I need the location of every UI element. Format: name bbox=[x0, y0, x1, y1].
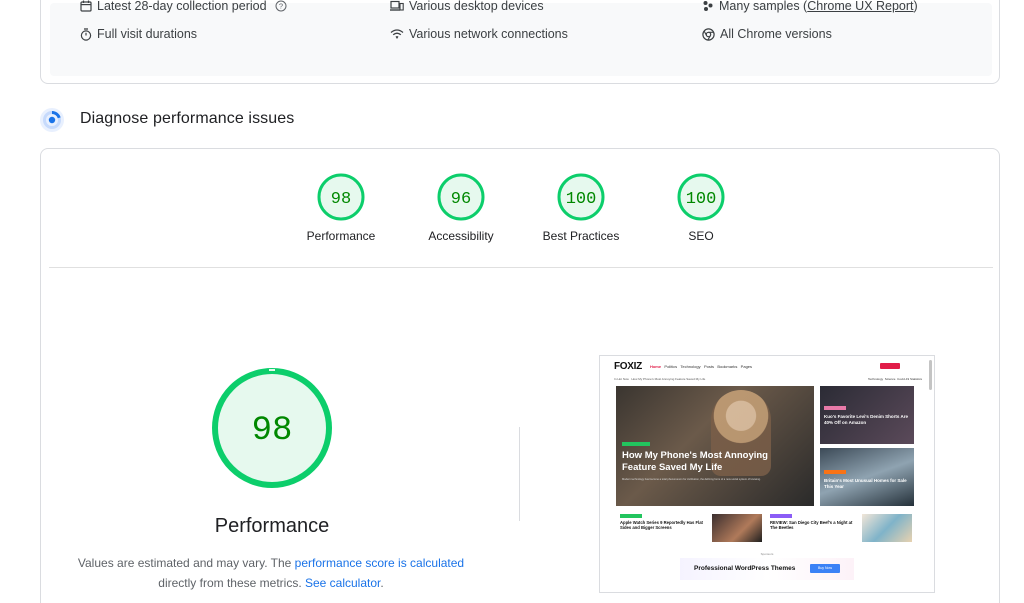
gauge-best-practices[interactable]: 100 Best Practices bbox=[521, 173, 641, 243]
wifi-icon bbox=[390, 29, 404, 39]
thumb-sponsors-label: Sponsors bbox=[760, 552, 774, 556]
diagnose-icon bbox=[40, 108, 64, 132]
samples-label: Many samples ( bbox=[719, 0, 808, 13]
collection-period-item: Latest 28-day collection period ? bbox=[80, 0, 292, 13]
performance-description: Values are estimated and may vary. The p… bbox=[71, 553, 471, 593]
thumb-tag-1: Technology bbox=[867, 377, 884, 381]
thumb-menu-technology: Technology bbox=[680, 363, 701, 369]
seo-score-ring: 100 bbox=[677, 173, 725, 221]
thumb-menu-home: Home bbox=[649, 363, 662, 369]
best-practices-label: Best Practices bbox=[542, 229, 620, 243]
thumb-hero: How My Phone's Most Annoying Feature Sav… bbox=[616, 386, 814, 506]
thumb-menu-pages: Pages bbox=[740, 363, 753, 369]
diagnose-title: Diagnose performance issues bbox=[80, 110, 295, 127]
chrome-icon bbox=[702, 27, 715, 41]
vertical-separator bbox=[519, 427, 520, 521]
performance-title: Performance bbox=[214, 515, 330, 537]
thumb-side-title-1: Kuo's Favorite Levi's Denim Shorts Are 4… bbox=[824, 414, 908, 425]
performance-big-score: 98 bbox=[252, 412, 293, 450]
best-practices-score-ring: 100 bbox=[557, 173, 605, 221]
devices-item: Various desktop devices bbox=[390, 0, 544, 13]
thumb-menu-bookmarks: Bookmarks bbox=[717, 363, 738, 369]
gauge-accessibility[interactable]: 96 Accessibility bbox=[401, 173, 521, 243]
network-label: Various network connections bbox=[409, 27, 568, 41]
thumb-side-title-2: Britain's Most Unusual Homes for Sale Th… bbox=[824, 478, 907, 489]
timer-icon bbox=[80, 27, 92, 41]
performance-score: 98 bbox=[331, 190, 351, 209]
samples-item: Many samples (Chrome UX Report) bbox=[702, 0, 918, 13]
accessibility-score: 96 bbox=[451, 190, 471, 209]
thumb-ad-text: Professional WordPress Themes bbox=[694, 565, 796, 572]
see-calculator-link[interactable]: See calculator bbox=[305, 576, 380, 590]
category-gauges: 98 Performance 96 Accessibility 100 Best… bbox=[41, 173, 999, 253]
thumb-scrollbar bbox=[929, 360, 932, 390]
thumb-breadcrumb-label: In Hot Now bbox=[614, 377, 629, 381]
thumb-ad-button: Buy Now bbox=[810, 564, 840, 573]
field-data-card: Latest 28-day collection period ? Variou… bbox=[40, 0, 1000, 84]
svg-text:?: ? bbox=[278, 2, 282, 11]
network-item: Various network connections bbox=[390, 27, 568, 41]
thumb-card-title-2: REVIEW: San Diego City Beef's a Night at… bbox=[770, 520, 853, 531]
thumb-side-tag-1 bbox=[824, 406, 846, 410]
thumb-tag-3: Covid-19 Statistics bbox=[897, 377, 922, 381]
desc-suffix: . bbox=[380, 576, 384, 590]
field-data-summary: Latest 28-day collection period ? Variou… bbox=[50, 0, 992, 76]
gauge-divider bbox=[49, 267, 993, 268]
thumb-logo: FOXIZ bbox=[614, 360, 642, 372]
thumb-menu: Home Politics Technology Posts Bookmarks… bbox=[650, 364, 752, 369]
thumb-hero-title: How My Phone's Most Annoying Feature Sav… bbox=[622, 450, 768, 473]
visit-duration-label: Full visit durations bbox=[97, 27, 198, 41]
collection-period-label: Latest 28-day collection period bbox=[97, 0, 267, 13]
chrome-versions-label: All Chrome versions bbox=[720, 27, 832, 41]
samples-suffix: ) bbox=[913, 0, 918, 13]
devices-label: Various desktop devices bbox=[409, 0, 544, 13]
thumb-card-tag-1 bbox=[620, 514, 642, 518]
desc-prefix: Values are estimated and may vary. The bbox=[77, 556, 295, 570]
thumb-side-story-2: Britain's Most Unusual Homes for Sale Th… bbox=[820, 448, 914, 506]
lighthouse-report-card: 98 Performance 96 Accessibility 100 Best… bbox=[40, 148, 1000, 603]
thumb-side-story-1: Kuo's Favorite Levi's Denim Shorts Are 4… bbox=[820, 386, 914, 444]
thumb-side-tag-2 bbox=[824, 470, 846, 474]
performance-score-link[interactable]: performance score is calculated bbox=[295, 556, 464, 570]
help-icon[interactable]: ? bbox=[275, 0, 287, 12]
thumb-tag-2: Science bbox=[884, 377, 896, 381]
seo-label: SEO bbox=[688, 229, 714, 243]
gauge-performance[interactable]: 98 Performance bbox=[281, 173, 401, 243]
thumb-menu-posts: Posts bbox=[703, 363, 714, 369]
chrome-versions-item: All Chrome versions bbox=[702, 27, 832, 41]
thumb-card-tag-2 bbox=[770, 514, 792, 518]
performance-big-gauge: 98 bbox=[212, 368, 332, 488]
thumb-card-image-1 bbox=[712, 514, 762, 542]
page-screenshot[interactable]: FOXIZ Home Politics Technology Posts Boo… bbox=[599, 355, 935, 593]
accessibility-score-ring: 96 bbox=[437, 173, 485, 221]
best-practices-score: 100 bbox=[566, 190, 597, 209]
performance-score-ring: 98 bbox=[317, 173, 365, 221]
thumb-headline-small: How My Phone's Most Annoying Feature Sav… bbox=[631, 377, 706, 381]
thumb-signup-button bbox=[880, 363, 900, 369]
thumb-menu-politics: Politics bbox=[664, 363, 678, 369]
thumb-card-image-2 bbox=[862, 514, 912, 542]
devices-icon bbox=[390, 0, 404, 11]
performance-label: Performance bbox=[306, 229, 376, 243]
accessibility-label: Accessibility bbox=[428, 229, 494, 243]
calendar-icon bbox=[80, 0, 92, 12]
visit-duration-item: Full visit durations bbox=[80, 27, 197, 41]
chrome-ux-report-link[interactable]: Chrome UX Report bbox=[807, 0, 913, 13]
samples-icon bbox=[703, 1, 713, 11]
thumb-breadcrumb: In Hot Now How My Phone's Most Annoying … bbox=[614, 377, 705, 381]
desc-middle: directly from these metrics. bbox=[158, 576, 305, 590]
thumb-card-2: REVIEW: San Diego City Beef's a Night at… bbox=[766, 514, 912, 544]
thumb-tags: Technology Science Covid-19 Statistics bbox=[868, 377, 922, 381]
thumb-hero-tag bbox=[622, 442, 650, 446]
gauge-seo[interactable]: 100 SEO bbox=[641, 173, 761, 243]
thumb-ad-banner: Professional WordPress Themes Buy Now bbox=[680, 558, 854, 580]
thumb-card-title-1: Apple Watch Series 9 Reportedly Has Flat… bbox=[620, 520, 703, 531]
thumb-card-1: Apple Watch Series 9 Reportedly Has Flat… bbox=[616, 514, 762, 544]
thumb-hero-excerpt: Modern technology has become a total phe… bbox=[622, 478, 761, 481]
seo-score: 100 bbox=[686, 190, 717, 209]
